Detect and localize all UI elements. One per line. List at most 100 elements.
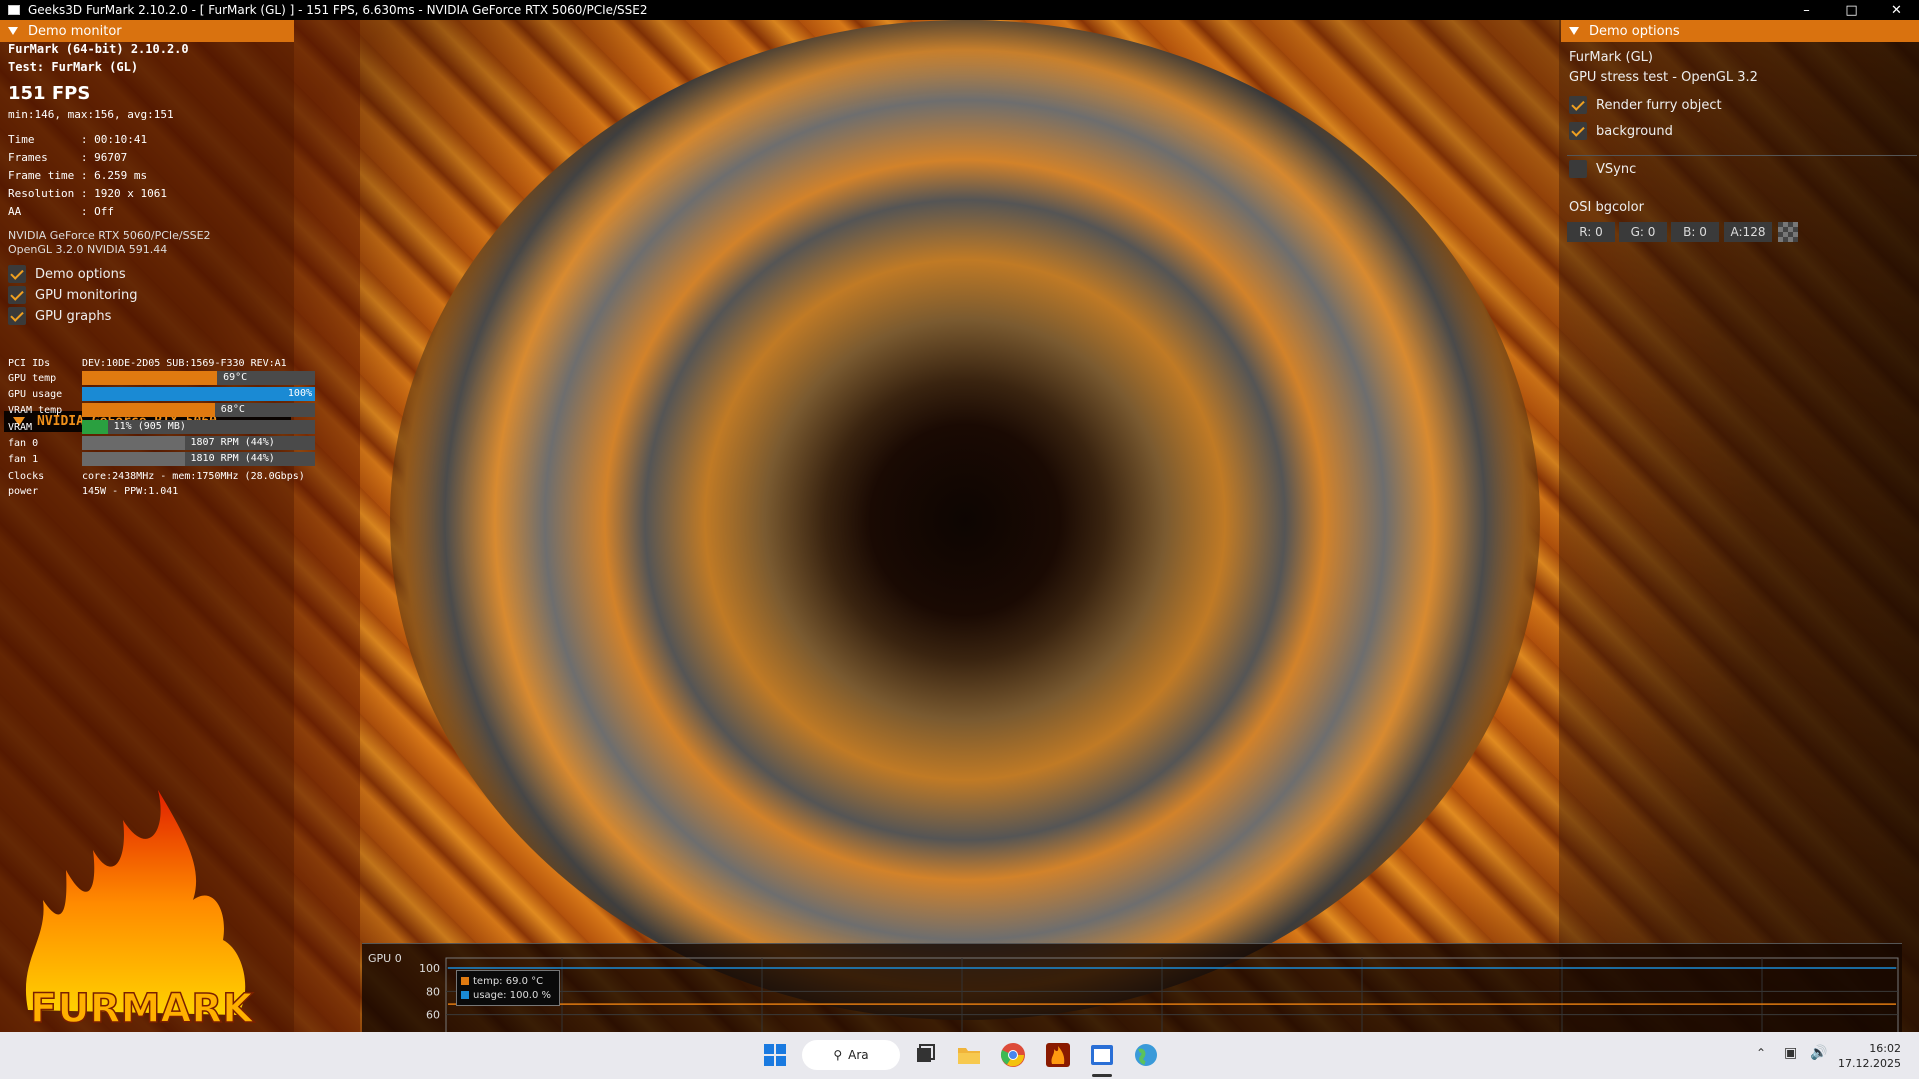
task-view-icon[interactable] [912, 1042, 938, 1068]
demo-monitor-header[interactable]: Demo monitor [0, 20, 294, 42]
graph-legend: temp: 69.0 °C usage: 100.0 % [456, 970, 560, 1006]
checkbox-icon[interactable] [8, 286, 26, 304]
gpu-monitoring-toggle[interactable]: GPU monitoring [8, 286, 138, 304]
gpu-metric-bar: 68°C [82, 403, 315, 417]
legend-label: temp: 69.0 °C [473, 975, 544, 987]
osi-r-field[interactable]: R: 0 [1567, 222, 1615, 242]
checkbox-label: GPU graphs [35, 308, 112, 324]
bar-fill [82, 403, 215, 417]
row-label: power [8, 485, 39, 497]
app-window-icon[interactable] [1089, 1042, 1115, 1068]
legend-label: usage: 100.0 % [473, 989, 552, 1001]
gpu-power-row: power 145W - PPW:1.041 [8, 484, 178, 498]
stat-frames: Frames : 96707 [8, 151, 128, 164]
gpu-metric-bar: 11% (905 MB) [82, 420, 315, 434]
file-explorer-icon[interactable] [956, 1042, 982, 1068]
furmark-logo: FURMARK [25, 790, 256, 1030]
y-tick-label: 60 [426, 1009, 440, 1022]
osi-b-field[interactable]: B: 0 [1671, 222, 1719, 242]
gpu-metric-row: GPU usage 100% [8, 387, 315, 401]
furmark-icon[interactable] [1045, 1042, 1071, 1068]
stat-frame-time: Frame time : 6.259 ms [8, 169, 148, 182]
checkbox-icon[interactable] [1569, 96, 1587, 114]
y-tick-label: 100 [419, 962, 440, 975]
row-label: fan 1 [8, 453, 39, 465]
app-icon [8, 5, 20, 15]
gpu-graph-plot: 100806040 [419, 957, 1899, 1033]
checkbox-label: VSync [1596, 161, 1637, 177]
demo-options-title: Demo options [1589, 23, 1680, 39]
clock-date: 17.12.2025 [1838, 1057, 1901, 1070]
vsync-toggle[interactable]: VSync [1569, 160, 1636, 178]
demo-options-toggle[interactable]: Demo options [8, 265, 126, 283]
bar-fill [82, 452, 185, 466]
gpu-graph-panel: GPU 0 100806040 temp: 69.0 °C usage: 100… [362, 943, 1902, 1033]
opengl-version: OpenGL 3.2.0 NVIDIA 591.44 [8, 243, 168, 256]
legend-swatch [461, 977, 469, 985]
row-value: DEV:10DE-2D05 SUB:1569-F330 REV:A1 [82, 357, 287, 369]
checkbox-icon[interactable] [1569, 122, 1587, 140]
collapse-triangle-icon [1569, 27, 1579, 35]
gpu-clocks-row: Clocks core:2438MHz - mem:1750MHz (28.0G… [8, 469, 305, 483]
checkbox-icon[interactable] [8, 265, 26, 283]
row-label: fan 0 [8, 437, 39, 449]
close-icon[interactable]: ✕ [1874, 0, 1919, 20]
app-version: FurMark (64-bit) 2.10.2.0 [8, 42, 189, 56]
fps-readout: 151 FPS [8, 83, 91, 104]
gpu-metric-row: VRAM temp 68°C [8, 403, 315, 417]
row-label: VRAM [8, 421, 33, 433]
row-label: GPU temp [8, 372, 57, 384]
logo-text: FURMARK [30, 986, 255, 1030]
test-name: Test: FurMark (GL) [8, 60, 139, 74]
background-toggle[interactable]: background [1569, 122, 1673, 140]
chevron-up-icon[interactable]: ⌃ [1756, 1046, 1766, 1060]
search-icon: ⚲ [833, 1048, 843, 1062]
demo-options-panel: Demo options FurMark (GL) GPU stress tes… [1561, 20, 1919, 260]
bar-fill [82, 436, 185, 450]
bar-value: 1810 RPM (44%) [190, 453, 275, 464]
gpu-metric-bar: 100% [82, 387, 315, 401]
checkbox-icon[interactable] [8, 307, 26, 325]
collapse-triangle-icon [8, 27, 18, 35]
bar-value: 68°C [220, 404, 245, 415]
furry-donut [390, 20, 1540, 1020]
bar-fill [82, 371, 218, 385]
osi-bgcolor-label: OSI bgcolor [1569, 200, 1644, 215]
maximize-icon[interactable]: □ [1829, 0, 1874, 20]
taskbar: ⚲ Ara ⌃ ▣ 🔊 16:02 17.12.2025 [0, 1032, 1919, 1079]
demo-description: GPU stress test - OpenGL 3.2 [1569, 70, 1758, 85]
color-preview-swatch[interactable] [1778, 222, 1798, 242]
checkbox-icon[interactable] [1569, 160, 1587, 178]
window-title: Geeks3D FurMark 2.10.2.0 - [ FurMark (GL… [28, 3, 648, 17]
demo-monitor-title: Demo monitor [28, 23, 122, 39]
stat-time: Time : 00:10:41 [8, 133, 148, 146]
bar-value: 11% (905 MB) [113, 421, 186, 432]
search-box[interactable]: ⚲ Ara [802, 1040, 900, 1070]
gpu-graphs-toggle[interactable]: GPU graphs [8, 307, 111, 325]
osi-a-field[interactable]: A:128 [1724, 222, 1772, 242]
bar-value: 100% [287, 388, 312, 399]
minimize-icon[interactable]: – [1784, 0, 1829, 20]
stat-resolution: Resolution : 1920 x 1061 [8, 187, 167, 200]
legend-item-usage: usage: 100.0 % [461, 988, 555, 1002]
windows-start-icon[interactable] [762, 1042, 788, 1068]
checkbox-label: Render furry object [1596, 97, 1722, 113]
bar-value: 69°C [223, 372, 248, 383]
gpu-metric-bar: 69°C [82, 371, 315, 385]
render-furry-object-toggle[interactable]: Render furry object [1569, 96, 1722, 114]
legend-item-temp: temp: 69.0 °C [461, 974, 555, 988]
renderer-name: NVIDIA GeForce RTX 5060/PCIe/SSE2 [8, 229, 211, 242]
system-clock[interactable]: 16:02 17.12.2025 [1838, 1041, 1901, 1071]
network-icon[interactable]: ▣ [1784, 1045, 1797, 1061]
gpu-metric-row: GPU temp 69°C [8, 371, 315, 385]
gpu-metric-row: fan 0 1807 RPM (44%) [8, 436, 315, 450]
osi-g-field[interactable]: G: 0 [1619, 222, 1667, 242]
globe-icon[interactable] [1133, 1042, 1159, 1068]
volume-icon[interactable]: 🔊 [1810, 1045, 1827, 1061]
demo-options-header[interactable]: Demo options [1561, 20, 1919, 42]
checkbox-label: Demo options [35, 266, 126, 282]
chrome-icon[interactable] [1000, 1042, 1026, 1068]
graph-frame [445, 957, 1899, 1033]
bar-fill [82, 387, 315, 401]
row-value: core:2438MHz - mem:1750MHz (28.0Gbps) [82, 470, 305, 482]
